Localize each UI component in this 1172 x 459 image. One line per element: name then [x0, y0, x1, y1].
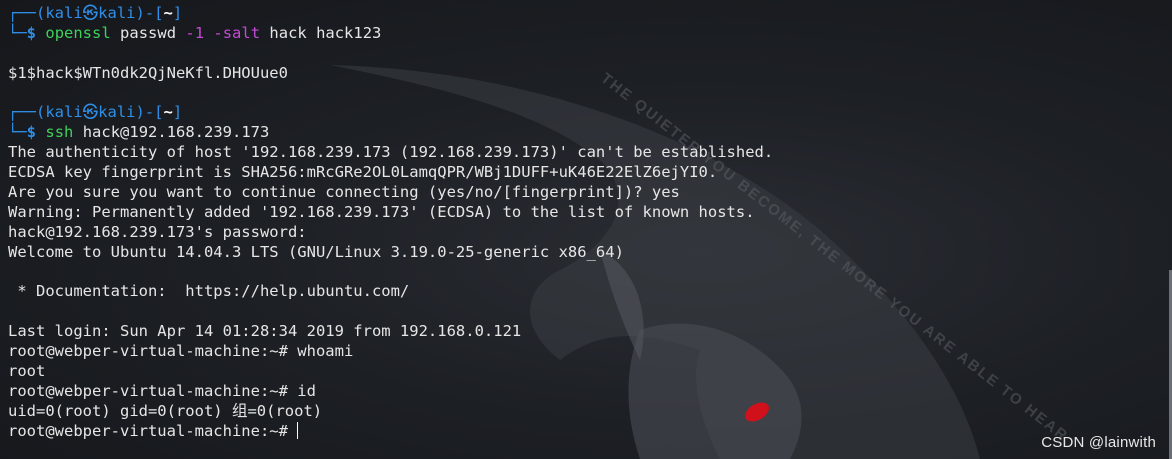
prompt-frame: ] — [172, 4, 183, 22]
output-line: uid=0(root) gid=0(root) 组=0(root) — [8, 401, 323, 420]
prompt-at-symbol: ㉿ — [82, 4, 99, 22]
command-option: -salt — [213, 23, 261, 42]
prompt-host: kali — [98, 4, 136, 22]
prompt-directory: ~ — [163, 103, 173, 122]
prompt-at-symbol: ㉿ — [82, 103, 99, 122]
output-line: The authenticity of host '192.168.239.17… — [8, 143, 774, 162]
terminal-window[interactable]: THE QUIETER YOU BECOME, THE MORE YOU ARE… — [0, 0, 1172, 459]
command-line: └─$ openssl passwd -1 -salt hack hack123 — [8, 24, 1172, 44]
prompt-frame: )-[ — [135, 4, 164, 22]
watermark: CSDN @lainwith — [1041, 434, 1156, 451]
prompt-frame: ┌──( — [8, 4, 46, 22]
prompt-directory: ~ — [163, 4, 173, 22]
output-line: root@webper-virtual-machine:~# whoami — [8, 342, 354, 361]
prompt-frame: ] — [172, 103, 183, 122]
command-line: └─$ ssh hack@192.168.239.173 — [8, 123, 1172, 143]
output-line: Warning: Permanently added '192.168.239.… — [8, 202, 755, 221]
output-line: $1$hack$WTn0dk2QjNeKfl.DHOUue0 — [8, 63, 288, 82]
prompt-dollar: $ — [26, 123, 37, 142]
prompt-dollar: $ — [26, 23, 37, 42]
output-line: ECDSA key fingerprint is SHA256:mRcGRe2O… — [8, 163, 718, 182]
active-input-line[interactable]: root@webper-virtual-machine:~# — [8, 421, 1172, 442]
command-name: ssh — [45, 123, 74, 142]
text-cursor — [297, 421, 299, 439]
output-line: root@webper-virtual-machine:~# id — [8, 381, 316, 400]
prompt-host: kali — [98, 103, 136, 122]
command-arg: passwd — [120, 23, 177, 42]
output-line: * Documentation: https://help.ubuntu.com… — [8, 282, 410, 301]
command-arg: hack@192.168.239.173 — [82, 123, 270, 142]
prompt-frame: └─ — [8, 123, 27, 142]
prompt-frame: ┌──( — [8, 103, 46, 122]
terminal-output: ┌──(kali㉿kali)-[~] └─$ openssl passwd -1… — [8, 4, 1172, 442]
output-line: Are you sure you want to continue connec… — [8, 183, 680, 202]
output-line: Last login: Sun Apr 14 01:28:34 2019 fro… — [8, 322, 522, 341]
output-line: hack@192.168.239.173's password: — [8, 222, 316, 241]
command-name: openssl — [45, 23, 111, 42]
prompt-frame: └─ — [8, 23, 27, 42]
command-arg: hack hack123 — [269, 23, 382, 42]
prompt-user: kali — [45, 4, 83, 22]
prompt-top-line: ┌──(kali㉿kali)-[~] — [8, 103, 1172, 123]
output-line: Welcome to Ubuntu 14.04.3 LTS (GNU/Linux… — [8, 242, 624, 261]
command-option: -1 — [185, 23, 205, 42]
output-line: root — [8, 362, 46, 381]
prompt-top-line: ┌──(kali㉿kali)-[~] — [8, 4, 1172, 24]
remote-prompt: root@webper-virtual-machine:~# — [8, 421, 298, 440]
prompt-user: kali — [45, 103, 83, 122]
prompt-frame: )-[ — [135, 103, 164, 122]
